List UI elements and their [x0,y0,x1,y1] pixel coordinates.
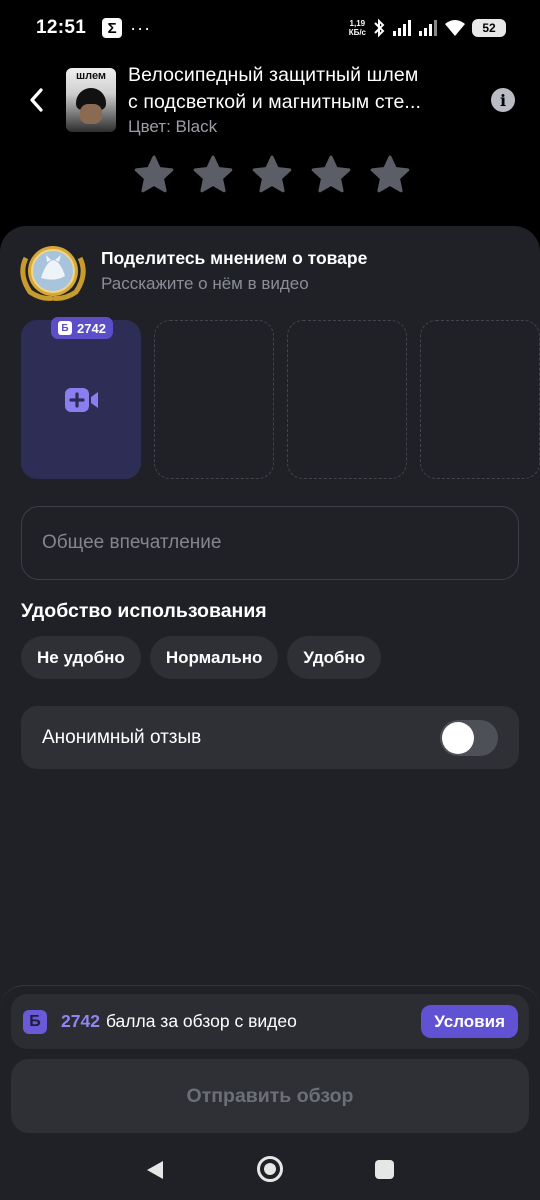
anonymous-review-toggle[interactable] [440,719,498,756]
achievement-badge-icon [20,246,86,301]
usability-option-normal[interactable]: Нормально [149,636,279,679]
more-notifications-icon: ··· [130,18,152,38]
network-speed: 1,19 КБ/с [348,19,366,37]
video-slot-empty[interactable] [154,320,274,479]
conditions-button[interactable]: Условия [421,1005,518,1038]
sigma-app-icon: Σ [102,18,123,38]
rider-image [80,104,102,124]
usability-option-convenient[interactable]: Удобно [287,636,382,679]
usability-title: Удобство использования [21,600,267,622]
add-video-icon [65,388,98,412]
usability-option-inconvenient[interactable]: Не удобно [21,636,141,679]
star-icon[interactable] [310,154,352,196]
wifi-icon [445,20,465,36]
overall-impression-input[interactable] [21,506,519,580]
star-icon[interactable] [251,154,293,196]
submit-review-button[interactable]: Отправить обзор [11,1059,529,1133]
product-title: Велосипедный защитный шлем с подсветкой … [128,64,421,113]
product-color: Цвет: Black [128,117,218,136]
add-video-button[interactable]: Б 2742 [21,317,141,479]
product-thumbnail: шлем [66,68,116,132]
anonymous-review-row: Анонимный отзыв [21,706,519,769]
star-icon[interactable] [133,154,175,196]
video-upload-row: Б 2742 [21,317,540,480]
points-badge: Б 2742 [51,317,113,339]
usability-options: Не удобно Нормально Удобно [21,636,382,679]
bonus-info-bar: Б 2742 балла за обзор с видео Условия [11,994,529,1049]
share-title: Поделитесь мнением о товаре [101,248,368,268]
system-nav-bar [0,1150,540,1190]
bonus-text: балла за обзор с видео [105,1011,297,1031]
back-arrow-icon[interactable] [24,84,48,116]
signal-icon [419,20,437,36]
video-slot-empty[interactable] [287,320,407,479]
share-subtitle: Расскажите о нём в видео [101,274,309,293]
rating-stars [133,154,411,196]
bonus-b-icon: Б [23,1009,47,1034]
status-time: 12:51 [36,17,87,38]
anonymous-review-label: Анонимный отзыв [42,726,202,748]
nav-back-icon[interactable] [145,1159,165,1181]
star-icon[interactable] [192,154,234,196]
bonus-points: 2742 [61,1011,100,1031]
video-slot-empty[interactable] [420,320,540,479]
product-header: шлем Велосипедный защитный шлем с подсве… [0,60,540,144]
info-icon[interactable]: i [491,88,515,112]
nav-recents-icon[interactable] [375,1160,394,1179]
bonus-b-icon: Б [58,321,72,335]
star-icon[interactable] [369,154,411,196]
signal-icon [393,20,411,36]
nav-home-icon[interactable] [257,1156,283,1182]
status-icons: 1,19 КБ/с 52 [349,18,506,38]
status-bar: 12:51 Σ ··· 1,19 КБ/с 52 [0,0,540,56]
share-opinion-row: Поделитесь мнением о товаре Расскажите о… [16,240,516,302]
toggle-knob [442,721,474,754]
bluetooth-icon [374,18,385,38]
battery-icon: 52 [472,19,506,37]
